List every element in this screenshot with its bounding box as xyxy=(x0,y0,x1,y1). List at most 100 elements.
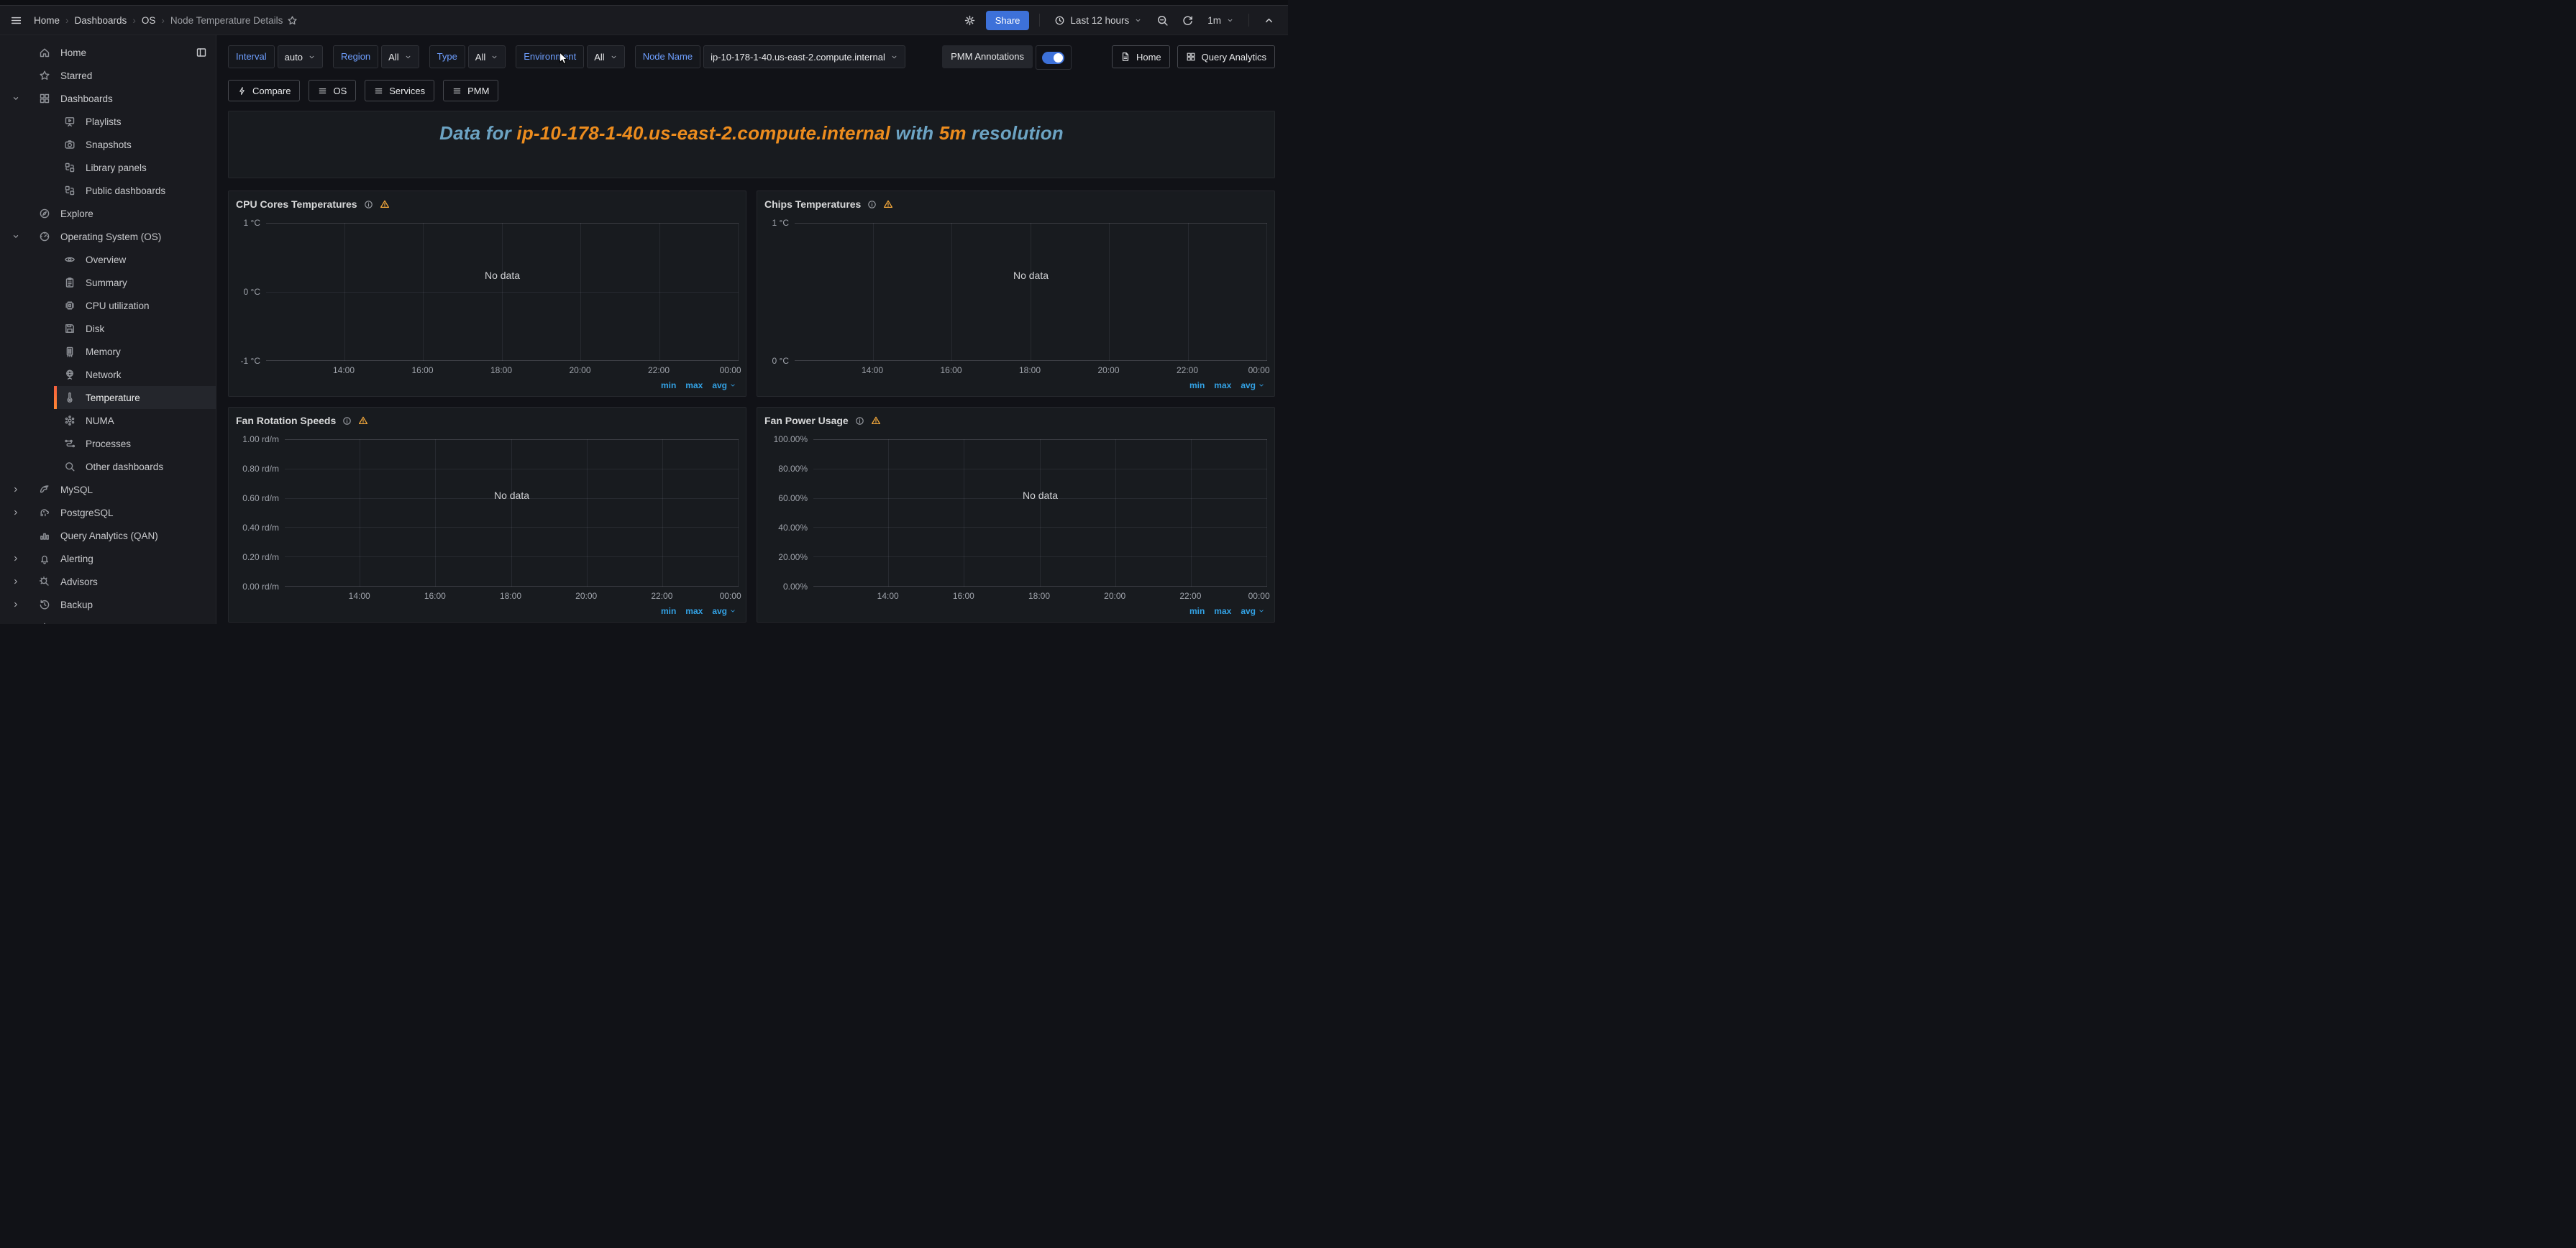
icon-gauge xyxy=(37,231,52,242)
warning-icon[interactable] xyxy=(380,199,390,209)
x-axis-tick: 14:00 xyxy=(266,363,345,377)
breadcrumb-item-node-temperature-details[interactable]: Node Temperature Details xyxy=(170,15,283,26)
no-data-message: No data xyxy=(494,490,529,501)
variable-value-dropdown[interactable]: auto xyxy=(278,45,323,68)
plot-area[interactable]: No data xyxy=(266,223,739,361)
sidebar-item-memory[interactable]: Memory xyxy=(54,340,216,363)
expand-chevron-icon[interactable] xyxy=(9,577,23,586)
variable-value-dropdown[interactable]: All xyxy=(587,45,624,68)
sidebar-item-disk[interactable]: Disk xyxy=(54,317,216,340)
sidebar-item-library-panels[interactable]: Library panels xyxy=(54,156,216,179)
info-icon[interactable] xyxy=(342,416,352,426)
variable-value: ip-10-178-1-40.us-east-2.compute.interna… xyxy=(711,52,885,63)
link-button-query-analytics[interactable]: Query Analytics xyxy=(1177,45,1275,68)
navigation-sidebar: Home Starred Dashboards Playl xyxy=(0,35,216,624)
share-button[interactable]: Share xyxy=(986,11,1030,30)
sidebar-item-cpu-utilization[interactable]: CPU utilization xyxy=(54,294,216,317)
sidebar-item-network[interactable]: Network xyxy=(54,363,216,386)
panel-chips-temperatures: Chips Temperatures 1 °C0 °C No data xyxy=(757,191,1275,397)
plot-area[interactable]: No data xyxy=(795,223,1267,361)
link-button-home[interactable]: Home xyxy=(1112,45,1170,68)
legend-max[interactable]: max xyxy=(685,380,703,390)
sidebar-item-home[interactable]: Home xyxy=(0,41,216,64)
sidebar-item-alerting[interactable]: Alerting xyxy=(0,547,216,570)
favorite-star-icon[interactable] xyxy=(287,15,298,26)
info-icon[interactable] xyxy=(855,416,864,426)
legend-avg[interactable]: avg xyxy=(712,380,736,390)
expand-chevron-icon[interactable] xyxy=(9,232,23,241)
legend-avg[interactable]: avg xyxy=(1241,380,1265,390)
x-axis-tick: 22:00 xyxy=(1110,363,1189,377)
x-axis-tick: 14:00 xyxy=(795,363,874,377)
variable-value-dropdown[interactable]: ip-10-178-1-40.us-east-2.compute.interna… xyxy=(703,45,905,68)
sidebar-item-summary[interactable]: Summary xyxy=(54,271,216,294)
sidebar-item-numa[interactable]: NUMA xyxy=(54,409,216,432)
legend-min[interactable]: min xyxy=(1189,606,1205,616)
warning-icon[interactable] xyxy=(883,199,893,209)
breadcrumb-item-home[interactable]: Home xyxy=(34,15,60,26)
plot-area[interactable]: No data xyxy=(285,439,739,587)
banner-text-segment: 5m xyxy=(939,122,967,144)
warning-icon[interactable] xyxy=(358,416,368,426)
sidebar-item-explore[interactable]: Explore xyxy=(0,202,216,225)
sidebar-item-starred[interactable]: Starred xyxy=(0,64,216,87)
button-compare[interactable]: Compare xyxy=(228,80,300,101)
variable-value-dropdown[interactable]: All xyxy=(468,45,506,68)
sidebar-item-other-dashboards[interactable]: Other dashboards xyxy=(54,455,216,478)
sidebar-item-public-dashboards[interactable]: Public dashboards xyxy=(54,179,216,202)
sidebar-item-snapshots[interactable]: Snapshots xyxy=(54,133,216,156)
sidebar-item-mysql[interactable]: MySQL xyxy=(0,478,216,501)
legend-avg[interactable]: avg xyxy=(712,606,736,616)
expand-chevron-icon[interactable] xyxy=(9,600,23,609)
button-pmm[interactable]: PMM xyxy=(443,80,498,101)
sidebar-item-temperature[interactable]: Temperature xyxy=(54,386,216,409)
sidebar-item-query-analytics-qan[interactable]: Query Analytics (QAN) xyxy=(0,524,216,547)
legend-min[interactable]: min xyxy=(1189,380,1205,390)
expand-chevron-icon[interactable] xyxy=(9,485,23,494)
breadcrumb-item-dashboards[interactable]: Dashboards xyxy=(75,15,127,26)
clock-icon xyxy=(1054,15,1065,26)
sidebar-item-processes[interactable]: Processes xyxy=(54,432,216,455)
button-os[interactable]: OS xyxy=(309,80,356,101)
expand-chevron-icon[interactable] xyxy=(9,508,23,517)
legend-max[interactable]: max xyxy=(1214,606,1231,616)
pmm-annotations-toggle[interactable] xyxy=(1036,45,1072,70)
sidebar-item-postgresql[interactable]: PostgreSQL xyxy=(0,501,216,524)
panel-title: Chips Temperatures xyxy=(764,198,861,210)
zoom-out-time-button xyxy=(1153,11,1171,29)
gridline xyxy=(1041,439,1116,587)
icon-memory xyxy=(63,346,77,357)
refresh-interval-picker[interactable]: 1m xyxy=(1203,14,1238,27)
no-data-message: No data xyxy=(1023,490,1058,501)
info-icon[interactable] xyxy=(867,200,877,209)
legend-min[interactable]: min xyxy=(661,606,676,616)
expand-chevron-icon[interactable] xyxy=(9,554,23,563)
legend-avg[interactable]: avg xyxy=(1241,606,1265,616)
expand-chevron-icon[interactable] xyxy=(9,623,23,624)
sidebar-item-dashboards[interactable]: Dashboards xyxy=(0,87,216,110)
info-icon[interactable] xyxy=(364,200,373,209)
expand-chevron-icon[interactable] xyxy=(9,94,23,103)
sidebar-item-playlists[interactable]: Playlists xyxy=(54,110,216,133)
warning-icon[interactable] xyxy=(871,416,881,426)
gridline xyxy=(436,439,511,587)
sidebar-item-configuration[interactable]: Configuration xyxy=(0,616,216,624)
x-axis-tick: 16:00 xyxy=(360,589,436,603)
time-range-picker[interactable]: Last 12 hours xyxy=(1050,14,1146,27)
menu-toggle-icon[interactable] xyxy=(10,14,22,27)
legend-max[interactable]: max xyxy=(1214,380,1231,390)
variable-value-dropdown[interactable]: All xyxy=(381,45,419,68)
breadcrumb-item-os[interactable]: OS xyxy=(142,15,156,26)
legend-min[interactable]: min xyxy=(661,380,676,390)
chevron-down-icon xyxy=(729,382,736,389)
sidebar-item-overview[interactable]: Overview xyxy=(54,248,216,271)
plot-area[interactable]: No data xyxy=(813,439,1267,587)
sidebar-item-advisors[interactable]: Advisors xyxy=(0,570,216,593)
button-services[interactable]: Services xyxy=(365,80,434,101)
legend-max[interactable]: max xyxy=(685,606,703,616)
x-axis-tick: 18:00 xyxy=(952,363,1031,377)
sidebar-item-operating-system-os[interactable]: Operating System (OS) xyxy=(0,225,216,248)
sidebar-item-backup[interactable]: Backup xyxy=(0,593,216,616)
x-axis-tick: 22:00 xyxy=(1116,589,1192,603)
divider xyxy=(1039,14,1040,27)
